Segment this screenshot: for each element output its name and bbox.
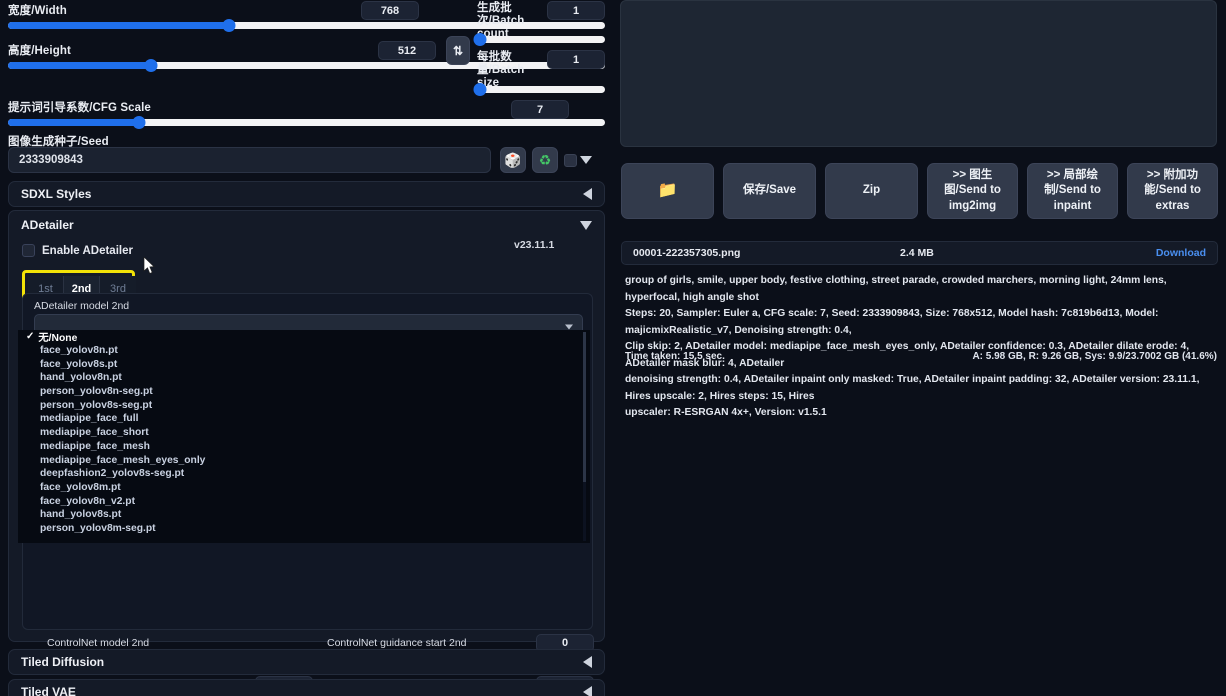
model-option[interactable]: face_yolov8n.pt bbox=[18, 344, 590, 358]
output-action-buttons: 📁 保存/Save Zip >> 图生图/Send to img2img >> 局部绘制… bbox=[621, 163, 1218, 219]
accordion-sdxl-styles[interactable]: SDXL Styles bbox=[8, 181, 605, 207]
chevron-down-icon[interactable] bbox=[580, 156, 592, 164]
download-link[interactable]: Download bbox=[1156, 247, 1206, 259]
chevron-down-icon bbox=[580, 220, 592, 230]
image-preview-area[interactable] bbox=[620, 0, 1217, 147]
batch-size-value[interactable]: 1 bbox=[547, 50, 605, 69]
height-value[interactable]: 512 bbox=[378, 41, 436, 60]
model-option[interactable]: deepfashion2_yolov8s-seg.pt bbox=[18, 467, 590, 481]
model-option[interactable]: person_yolov8s-seg.pt bbox=[18, 398, 590, 412]
send-to-inpaint-button[interactable]: >> 局部绘制/Send to inpaint bbox=[1027, 163, 1118, 219]
model-option[interactable]: face_yolov8m.pt bbox=[18, 481, 590, 495]
chevron-down-icon bbox=[565, 324, 573, 330]
send-to-extras-button[interactable]: >> 附加功能/Send to extras bbox=[1127, 163, 1218, 219]
controlnet-model-label: ControlNet model 2nd bbox=[47, 637, 150, 649]
height-slider-fill bbox=[8, 61, 152, 69]
generation-params-line-3: denoising strength: 0.4, ADetailer inpai… bbox=[625, 374, 1200, 402]
width-value[interactable]: 768 bbox=[361, 1, 419, 20]
memory-stats: A: 5.98 GB, R: 9.26 GB, Sys: 9.9/23.7002… bbox=[972, 351, 1217, 362]
time-taken-label: Time taken: bbox=[625, 351, 681, 362]
model-option[interactable]: mediapipe_face_short bbox=[18, 426, 590, 440]
mouse-cursor bbox=[143, 257, 155, 274]
chevron-left-icon bbox=[583, 686, 592, 696]
cfg-scale-slider[interactable] bbox=[8, 115, 605, 129]
file-name: 00001-222357305.png bbox=[633, 247, 741, 259]
generation-info-text: group of girls, smile, upper body, festi… bbox=[625, 273, 1217, 422]
zip-button[interactable]: Zip bbox=[825, 163, 918, 219]
cfg-scale-slider-fill bbox=[8, 118, 140, 126]
stable-diffusion-webui: 宽度/Width 768 高度/Height 512 ⇅ 生成批次/Batch … bbox=[0, 0, 1226, 696]
time-and-memory-row: Time taken: 15.5 sec. A: 5.98 GB, R: 9.2… bbox=[625, 351, 1217, 362]
extra-seed-checkbox[interactable] bbox=[564, 154, 577, 167]
batch-count-slider[interactable] bbox=[473, 32, 605, 46]
cfg-scale-slider-knob[interactable] bbox=[132, 115, 146, 129]
batch-size-slider[interactable] bbox=[473, 82, 605, 96]
chevron-left-icon bbox=[583, 188, 592, 200]
adetailer-title: ADetailer bbox=[21, 218, 74, 232]
accordion-tiled-diffusion-title: Tiled Diffusion bbox=[21, 655, 105, 669]
send-to-img2img-button[interactable]: >> 图生图/Send to img2img bbox=[927, 163, 1018, 219]
batch-count-value[interactable]: 1 bbox=[547, 1, 605, 20]
batch-count-slider-knob[interactable] bbox=[473, 32, 487, 46]
generation-prompt: group of girls, smile, upper body, festi… bbox=[625, 275, 1167, 303]
accordion-sdxl-styles-title: SDXL Styles bbox=[21, 187, 92, 201]
batch-size-slider-knob[interactable] bbox=[473, 82, 487, 96]
right-output-column: 📁 保存/Save Zip >> 图生图/Send to img2img >> 局部绘制… bbox=[613, 0, 1226, 696]
save-button[interactable]: 保存/Save bbox=[723, 163, 816, 219]
model-option[interactable]: face_yolov8s.pt bbox=[18, 357, 590, 371]
batch-size-slider-track bbox=[477, 85, 605, 93]
generation-params-line-1: Steps: 20, Sampler: Euler a, CFG scale: … bbox=[625, 308, 1159, 336]
height-slider-knob[interactable] bbox=[144, 58, 158, 72]
adetailer-model-option-list[interactable]: ✓ 无/None face_yolov8n.pt face_yolov8s.pt han… bbox=[18, 330, 590, 543]
left-settings-column: 宽度/Width 768 高度/Height 512 ⇅ 生成批次/Batch … bbox=[0, 0, 613, 696]
adetailer-header[interactable]: ADetailer bbox=[9, 211, 604, 239]
enable-adetailer-checkbox[interactable] bbox=[22, 244, 35, 257]
time-taken: Time taken: 15.5 sec. bbox=[625, 351, 725, 362]
time-taken-value: 15.5 sec. bbox=[683, 351, 725, 362]
check-icon: ✓ bbox=[26, 331, 35, 343]
seed-input[interactable]: 2333909843 bbox=[8, 147, 491, 173]
adetailer-model-label: ADetailer model 2nd bbox=[34, 300, 130, 312]
batch-count-slider-track bbox=[477, 35, 605, 43]
generation-params-line-4: upscaler: R-ESRGAN 4x+, Version: v1.5.1 bbox=[625, 407, 827, 418]
model-option-label: 无/None bbox=[38, 333, 78, 345]
swap-dimensions-button[interactable]: ⇅ bbox=[446, 36, 470, 65]
model-option[interactable]: mediapipe_face_full bbox=[18, 412, 590, 426]
adetailer-version: v23.11.1 bbox=[514, 239, 555, 251]
model-option[interactable]: mediapipe_face_mesh_eyes_only bbox=[18, 453, 590, 467]
enable-adetailer-label: Enable ADetailer bbox=[42, 244, 133, 257]
chevron-left-icon bbox=[583, 656, 592, 668]
enable-adetailer-row[interactable]: Enable ADetailer bbox=[22, 244, 133, 257]
model-option[interactable]: hand_yolov8n.pt bbox=[18, 371, 590, 385]
model-option[interactable]: person_yolov8n-seg.pt bbox=[18, 385, 590, 399]
accordion-tiled-vae-title: Tiled VAE bbox=[21, 685, 76, 696]
model-option[interactable]: face_yolov8n_v2.pt bbox=[18, 494, 590, 508]
model-option[interactable]: ✓ 无/None bbox=[18, 330, 590, 344]
width-slider-fill bbox=[8, 21, 229, 29]
file-info-row: 00001-222357305.png 2.4 MB Download bbox=[621, 241, 1218, 265]
model-option[interactable]: hand_yolov8s.pt bbox=[18, 508, 590, 522]
accordion-tiled-vae[interactable]: Tiled VAE bbox=[8, 679, 605, 696]
model-option[interactable]: mediapipe_face_mesh bbox=[18, 440, 590, 454]
model-option[interactable]: person_yolov8m-seg.pt bbox=[18, 522, 590, 536]
width-slider-knob[interactable] bbox=[222, 18, 236, 32]
open-folder-button[interactable]: 📁 bbox=[621, 163, 714, 219]
option-list-scrollbar[interactable] bbox=[583, 332, 586, 541]
controlnet-guidance-start-label: ControlNet guidance start 2nd bbox=[327, 637, 467, 649]
accordion-tiled-diffusion[interactable]: Tiled Diffusion bbox=[8, 649, 605, 675]
dice-icon[interactable]: 🎲 bbox=[500, 147, 526, 173]
recycle-icon[interactable]: ♻ bbox=[532, 147, 558, 173]
file-size: 2.4 MB bbox=[900, 247, 934, 259]
